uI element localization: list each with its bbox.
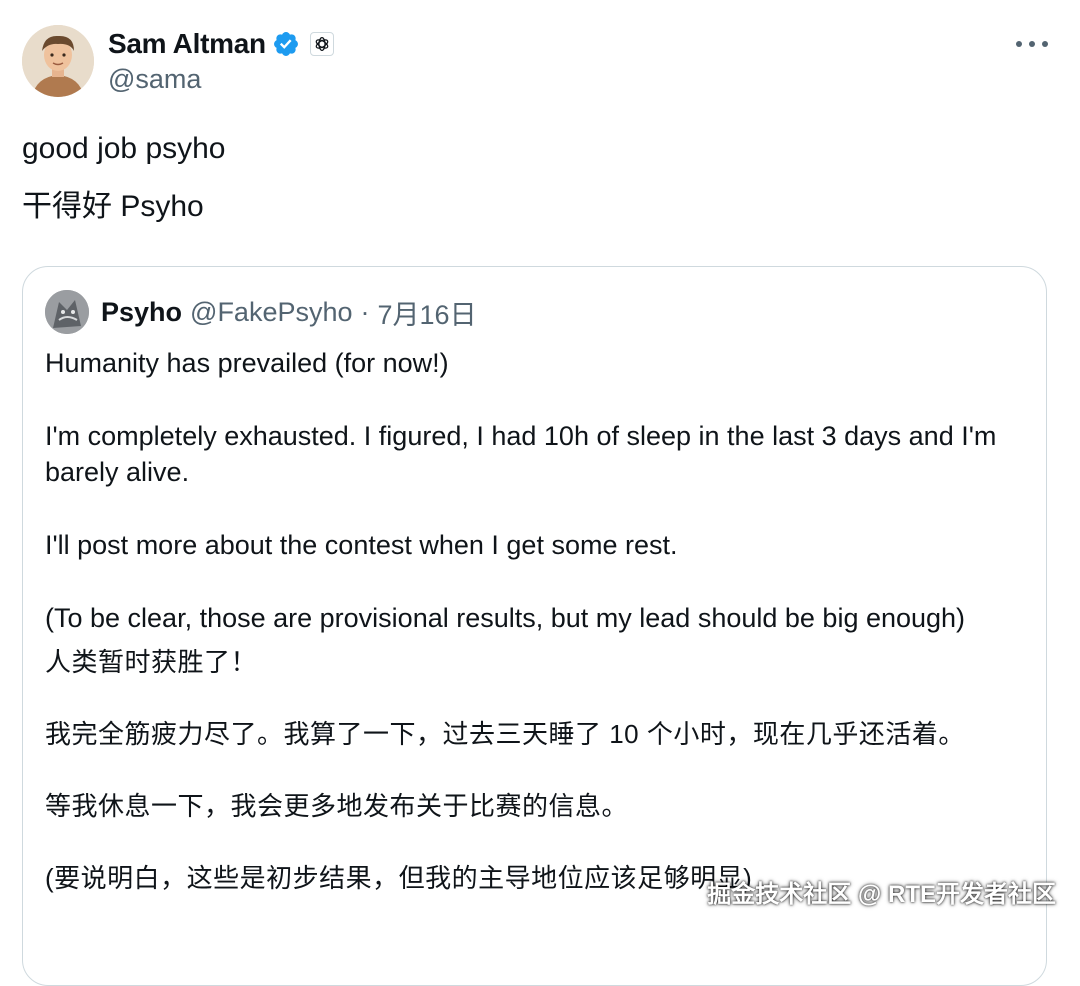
quoted-date[interactable]: 7月16日 [378,293,477,332]
more-dot [1042,41,1048,47]
watermark: 掘金技术社区 @ RTE开发者社区 [707,881,1056,908]
more-dot [1016,41,1022,47]
author-display-name[interactable]: Sam Altman [108,28,266,60]
tweet-text-line: 干得好 Psyho [22,190,204,223]
quoted-paragraph: Humanity has prevailed (for now!) [45,348,449,378]
tweet-text: good job psyho 干得好 Psyho [22,130,226,246]
quoted-tweet-body: Humanity has prevailed (for now!) I'm co… [45,345,1035,932]
quoted-author-avatar[interactable] [45,290,89,334]
quoted-paragraph: 等我休息一下，我会更多地发布关于比赛的信息。 [45,791,629,821]
meta-separator: · [360,296,370,327]
author-name-row: Sam Altman [108,26,334,62]
quoted-paragraph: I'm completely exhausted. I figured, I h… [45,421,1004,487]
quoted-paragraph: 我完全筋疲力尽了。我算了一下，过去三天睡了 10 个小时，现在几乎还活着。 [45,719,965,749]
openai-logo-icon[interactable] [309,32,334,56]
quoted-paragraph: 人类暂时获胜了！ [45,647,258,677]
author-avatar[interactable] [22,25,94,97]
quoted-tweet-header: Psyho @FakePsyho · 7月16日 [45,289,477,335]
tweet: Sam Altman @sama good job psyho 干得好 Psyh… [0,0,1080,986]
author-handle[interactable]: @sama [108,64,201,95]
quoted-handle[interactable]: @FakePsyho [190,297,352,328]
more-options-icon[interactable] [1016,30,1048,58]
verified-badge-icon[interactable] [272,30,300,58]
quoted-display-name[interactable]: Psyho [101,297,182,328]
quoted-paragraph: (To be clear, those are provisional resu… [45,603,966,633]
quoted-paragraph: I'll post more about the contest when I … [45,530,678,560]
more-dot [1029,41,1035,47]
tweet-text-line: good job psyho [22,132,226,165]
